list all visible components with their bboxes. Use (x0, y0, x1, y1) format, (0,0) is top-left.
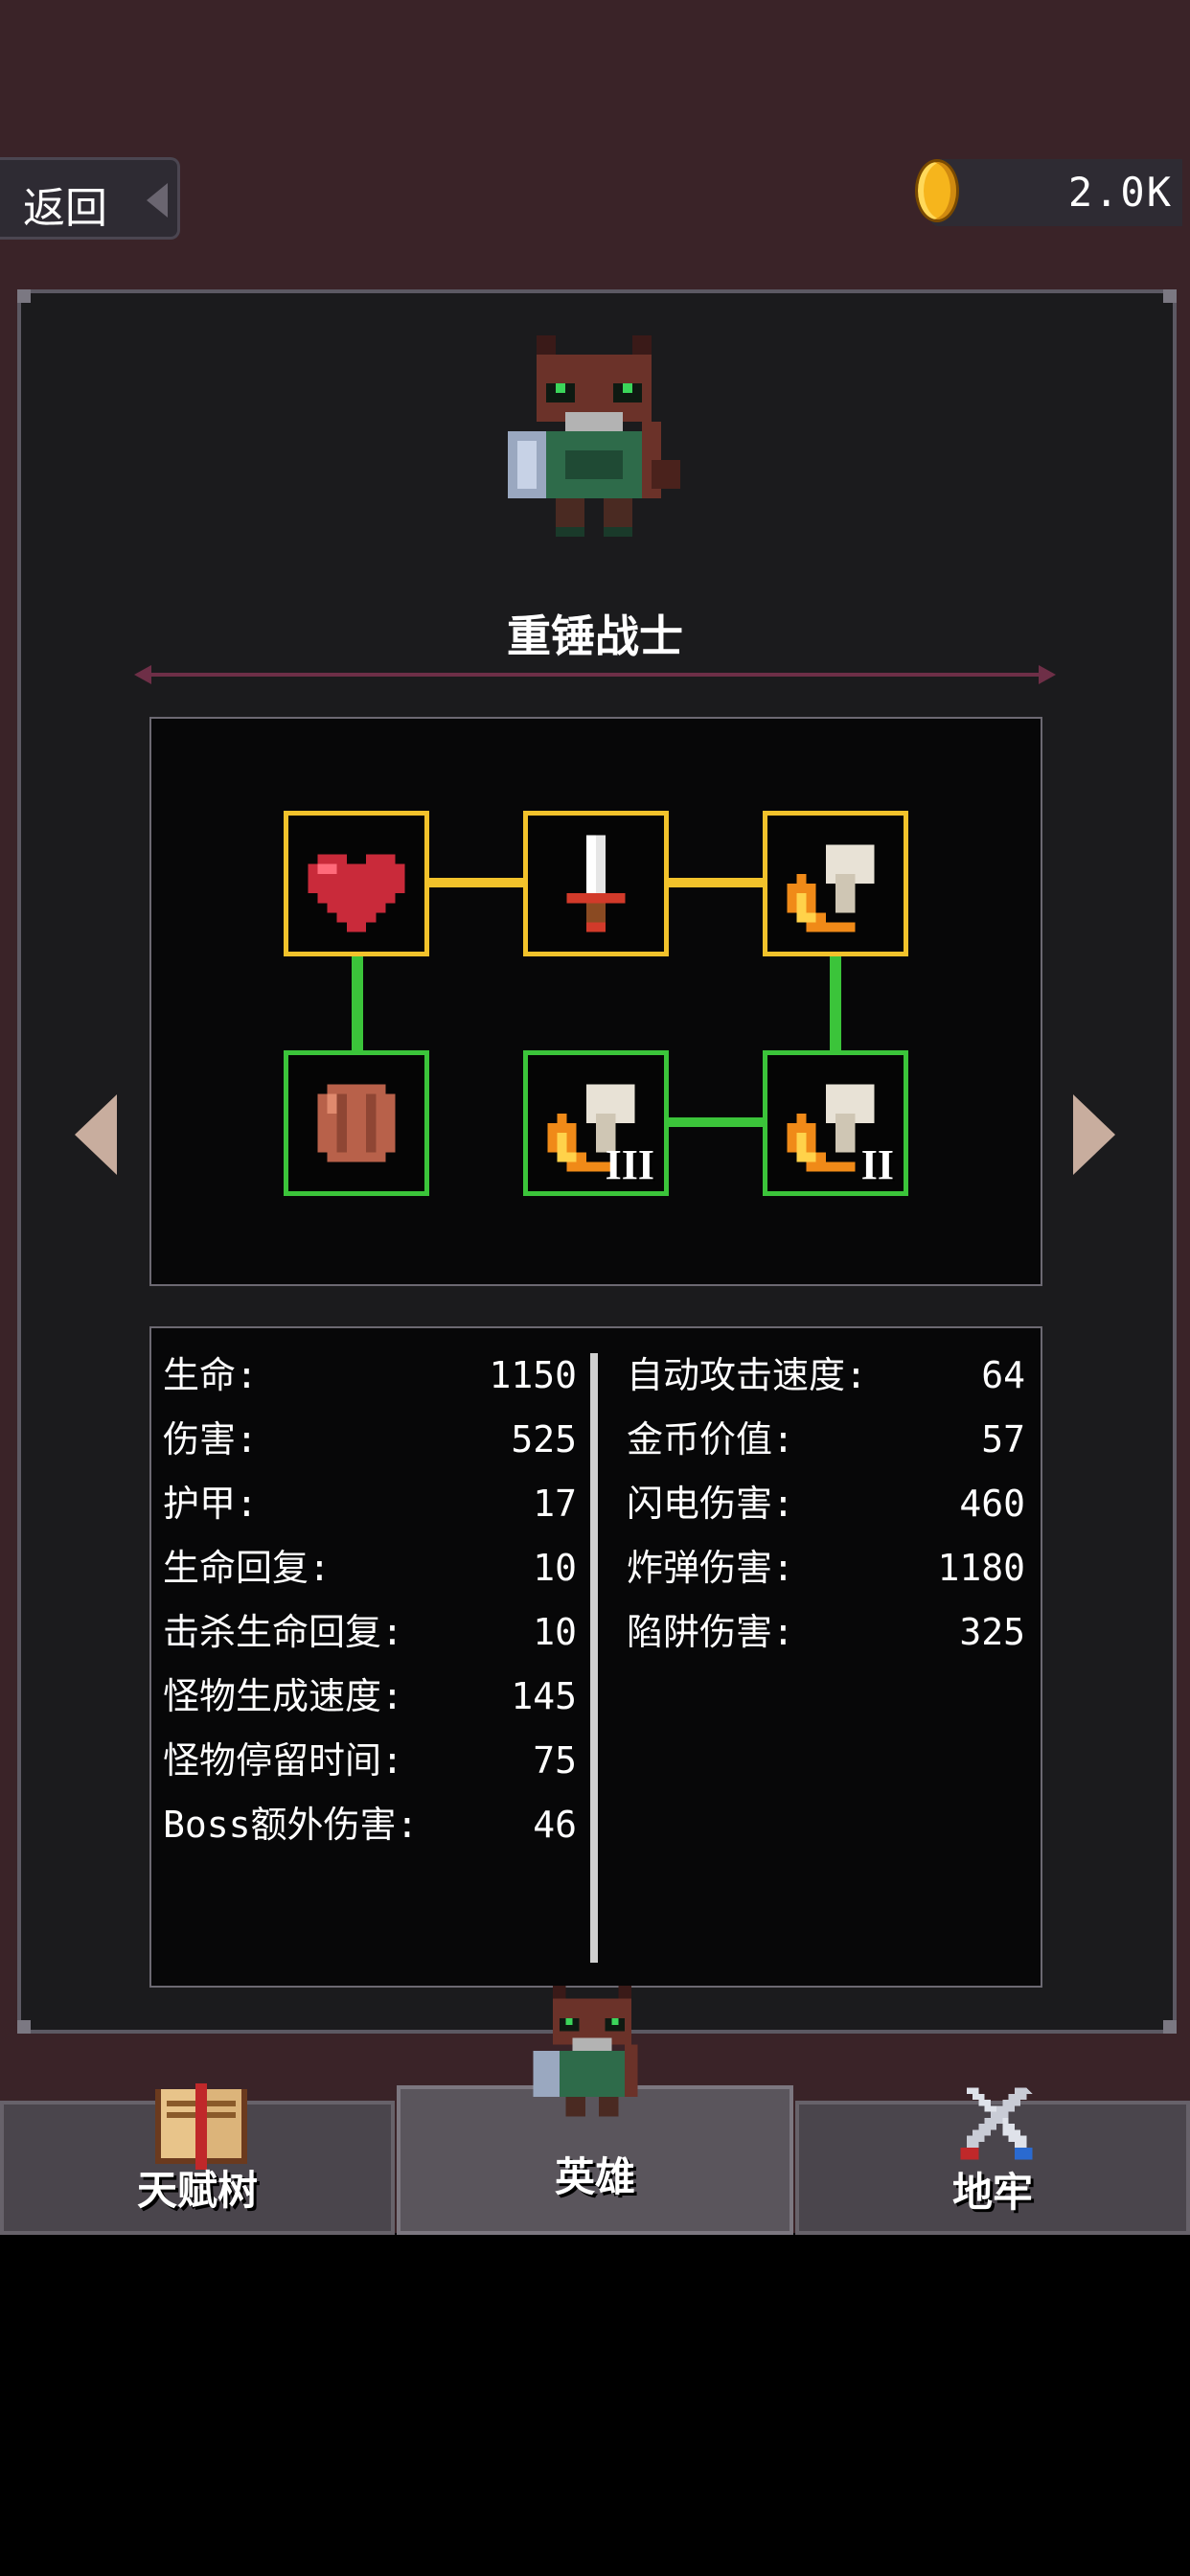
tab-hero[interactable]: 英雄 (397, 1986, 793, 2235)
chevron-left-icon (147, 183, 168, 218)
link (352, 956, 363, 1050)
tab-label: 天赋树 (136, 2167, 258, 2214)
stat-value: 75 (533, 1739, 577, 1782)
link (669, 878, 763, 887)
talent-node-heart[interactable] (284, 811, 429, 956)
stat-row: 击杀生命回复: 10 (163, 1608, 577, 1656)
stat-label: 怪物生成速度: (163, 1675, 403, 1717)
stat-label: 自动攻击速度: (627, 1354, 867, 1396)
prev-hero-arrow-icon[interactable] (75, 1094, 117, 1175)
next-hero-arrow-icon[interactable] (1073, 1094, 1115, 1175)
stat-label: 怪物停留时间: (163, 1739, 403, 1782)
talent-level: III (605, 1141, 654, 1188)
hero-icon (533, 1986, 638, 2117)
hero-screen: 返回 2.0K 重锤战士 III II 生命: 1150 伤害: 525 护甲:… (0, 0, 1190, 2233)
stat-value: 17 (533, 1483, 577, 1525)
talent-node-sword[interactable] (523, 811, 669, 956)
fire-hammer-icon (787, 844, 875, 932)
stat-row: 护甲: 17 (163, 1480, 577, 1528)
stat-row: 炸弹伤害: 1180 (627, 1544, 1025, 1592)
heart-icon (308, 854, 405, 932)
stat-value: 1150 (489, 1354, 577, 1396)
stat-label: 生命: (163, 1354, 258, 1396)
stat-row: 怪物生成速度: 145 (163, 1672, 577, 1720)
gold-coin-icon (915, 159, 959, 222)
crossed-swords-icon (960, 2087, 1033, 2160)
stat-value: 46 (533, 1804, 577, 1846)
stat-label: 击杀生命回复: (163, 1611, 403, 1653)
stat-value: 10 (533, 1611, 577, 1653)
stat-label: 伤害: (163, 1418, 258, 1460)
stat-value: 145 (511, 1675, 577, 1717)
stats-divider (590, 1353, 598, 1963)
stat-value: 525 (511, 1418, 577, 1460)
stat-row: 生命: 1150 (163, 1351, 577, 1399)
stat-value: 10 (533, 1547, 577, 1589)
stat-label: Boss额外伤害: (163, 1804, 419, 1846)
stat-value: 460 (959, 1483, 1025, 1525)
stat-value: 325 (959, 1611, 1025, 1653)
stat-row: 自动攻击速度: 64 (627, 1351, 1025, 1399)
back-button[interactable]: 返回 (0, 157, 180, 240)
stat-label: 金币价值: (627, 1418, 794, 1460)
stat-row: 金币价值: 57 (627, 1415, 1025, 1463)
stat-row: 闪电伤害: 460 (627, 1480, 1025, 1528)
talent-node-fire-hammer[interactable] (763, 811, 908, 956)
talent-node-shield[interactable] (284, 1050, 429, 1196)
sword-icon (566, 835, 626, 932)
stat-row: 生命回复: 10 (163, 1544, 577, 1592)
tab-label: 英雄 (554, 2153, 635, 2200)
stat-label: 炸弹伤害: (627, 1547, 794, 1589)
talent-node-fire-hammer-2[interactable]: II (763, 1050, 908, 1196)
coin-value: 2.0K (1067, 169, 1173, 216)
link (669, 1117, 763, 1127)
stat-row: 怪物停留时间: 75 (163, 1736, 577, 1784)
stat-label: 生命回复: (163, 1547, 331, 1589)
talent-tree (149, 717, 1042, 1286)
book-icon (155, 2083, 247, 2170)
stat-value: 1180 (937, 1547, 1025, 1589)
link (429, 878, 523, 887)
wooden-shield-icon (317, 1084, 396, 1162)
divider (134, 665, 1056, 684)
talent-node-fire-hammer-3[interactable]: III (523, 1050, 669, 1196)
talent-level: II (860, 1141, 894, 1188)
stat-value: 57 (981, 1418, 1025, 1460)
stat-row: Boss额外伤害: 46 (163, 1801, 577, 1849)
stat-row: 伤害: 525 (163, 1415, 577, 1463)
stat-value: 64 (981, 1354, 1025, 1396)
back-label: 返回 (23, 184, 107, 233)
stat-label: 陷阱伤害: (627, 1611, 794, 1653)
stat-label: 闪电伤害: (627, 1483, 794, 1525)
tab-label: 地牢 (951, 2169, 1033, 2216)
tab-dungeon[interactable]: 地牢 (795, 2087, 1190, 2235)
stat-row: 陷阱伤害: 325 (627, 1608, 1025, 1656)
stat-label: 护甲: (163, 1483, 258, 1525)
hero-portrait (508, 335, 680, 537)
link (830, 956, 841, 1050)
hero-name: 重锤战士 (507, 610, 683, 662)
tab-talent-tree[interactable]: 天赋树 (0, 2083, 395, 2235)
